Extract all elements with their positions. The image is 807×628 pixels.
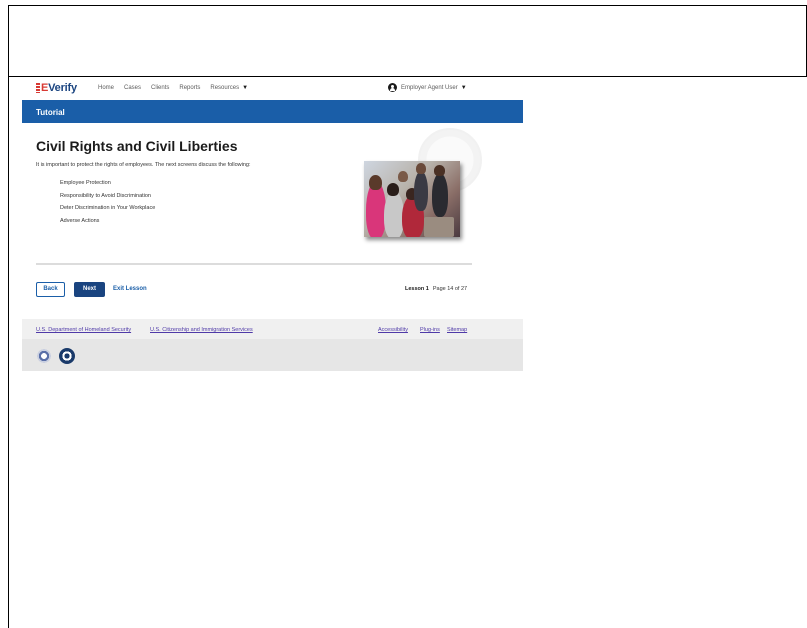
- sitemap-link[interactable]: Sitemap: [447, 327, 467, 333]
- topic-item: Deter Discrimination in Your Workplace: [60, 205, 156, 211]
- nav-resources[interactable]: Resources ▼: [210, 85, 248, 91]
- footer-links: U.S. Department of Homeland Security U.S…: [22, 319, 523, 339]
- uscis-link[interactable]: U.S. Citizenship and Immigration Service…: [150, 327, 253, 333]
- page-counter: Page 14 of 27: [432, 286, 468, 292]
- content-divider: [36, 263, 472, 265]
- topic-list: Employee Protection Responsibility to Av…: [60, 180, 155, 230]
- next-button[interactable]: Next: [74, 282, 105, 297]
- lesson-number: Lesson 1: [405, 286, 429, 292]
- frame-border-left: [8, 5, 9, 628]
- person-figure: [369, 175, 382, 190]
- dhs-link[interactable]: U.S. Department of Homeland Security: [36, 327, 131, 333]
- accessibility-link[interactable]: Accessibility: [378, 327, 408, 333]
- frame-divider: [8, 76, 807, 77]
- exit-lesson-link[interactable]: Exit Lesson: [113, 286, 147, 292]
- page-title: Civil Rights and Civil Liberties: [36, 138, 238, 154]
- footer-seals: [22, 339, 523, 371]
- person-figure: [432, 173, 448, 217]
- tutorial-screenshot: E Verify Home Cases Clients Reports Reso…: [22, 78, 523, 371]
- banner-title: Tutorial: [36, 108, 65, 117]
- main-nav: Home Cases Clients Reports Resources ▼: [98, 85, 248, 91]
- back-button[interactable]: Back: [36, 282, 65, 297]
- topic-item: Employee Protection: [60, 180, 111, 186]
- everify-logo[interactable]: E Verify: [36, 82, 77, 94]
- topic-item: Responsibility to Avoid Discrimination: [60, 192, 151, 199]
- person-figure: [424, 217, 454, 237]
- nav-reports[interactable]: Reports: [179, 85, 200, 91]
- person-figure: [414, 171, 428, 211]
- user-name: Employer Agent User: [401, 84, 458, 91]
- nav-clients[interactable]: Clients: [151, 85, 169, 91]
- logo-prefix: E: [41, 82, 49, 94]
- person-figure: [434, 165, 445, 176]
- employees-photo: [364, 161, 460, 237]
- intro-text: It is important to protect the rights of…: [36, 162, 251, 168]
- nav-resources-label: Resources: [210, 85, 240, 91]
- nav-cases[interactable]: Cases: [124, 85, 141, 91]
- logo-text: Verify: [48, 82, 77, 94]
- chevron-down-icon: ▼: [460, 84, 467, 91]
- person-figure: [387, 183, 399, 196]
- top-navigation: E Verify Home Cases Clients Reports Reso…: [22, 78, 523, 99]
- person-figure: [384, 191, 404, 237]
- uscis-seal-icon: [59, 348, 75, 364]
- flag-stripes-icon: [36, 83, 40, 93]
- plugins-link[interactable]: Plug-ins: [420, 327, 440, 333]
- user-icon: [388, 83, 397, 92]
- person-figure: [416, 163, 426, 174]
- chevron-down-icon: ▼: [242, 85, 249, 91]
- lesson-progress: Lesson 1 Page 14 of 27: [405, 286, 467, 292]
- dhs-seal-icon: [36, 348, 52, 364]
- frame-border-top: [8, 5, 807, 6]
- user-menu[interactable]: Employer Agent User ▼: [388, 83, 467, 92]
- nav-home[interactable]: Home: [98, 85, 114, 91]
- topic-item: Adverse Actions: [60, 217, 100, 224]
- person-figure: [398, 171, 408, 182]
- tutorial-banner: Tutorial: [22, 100, 523, 123]
